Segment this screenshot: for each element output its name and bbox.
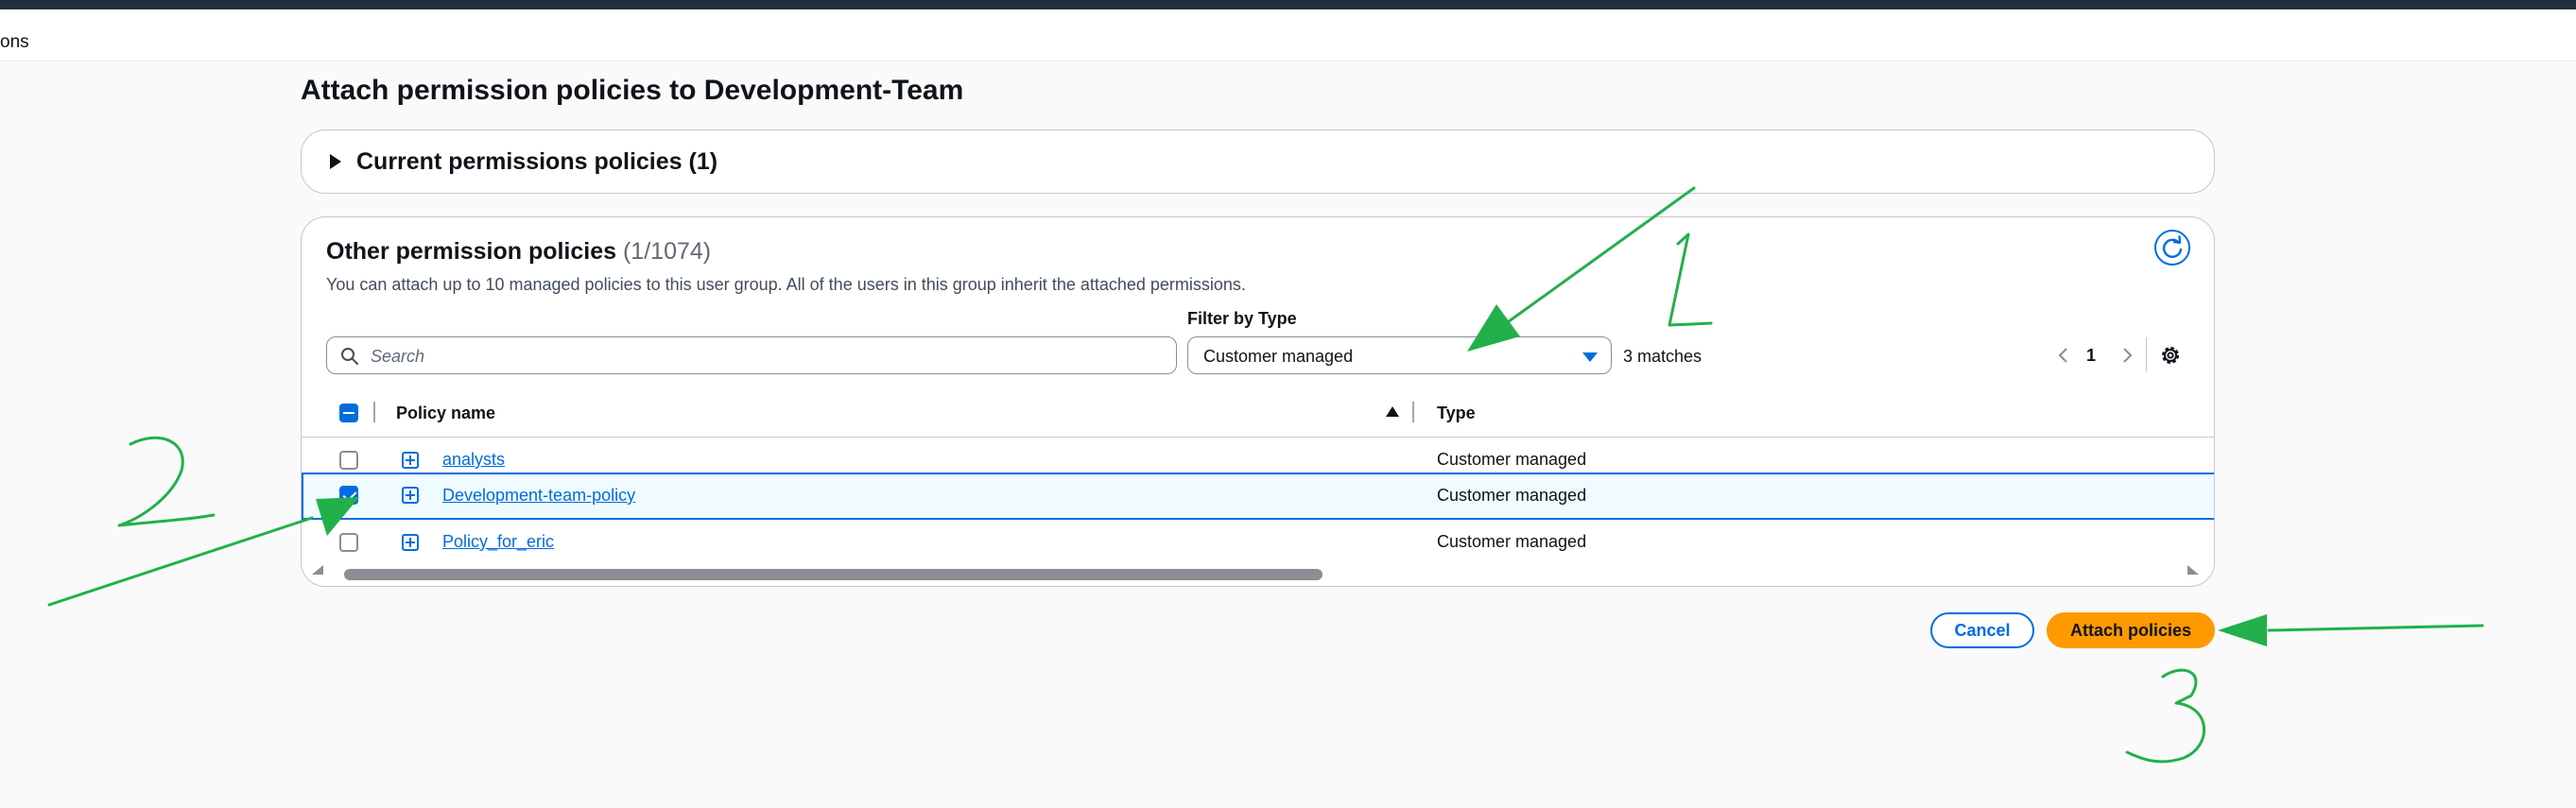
step-3-annotation: [2125, 614, 2484, 764]
annotation-overlay: [47, 186, 2484, 764]
step-2-annotation: [47, 436, 359, 607]
step-1-annotation: [1467, 186, 1713, 352]
